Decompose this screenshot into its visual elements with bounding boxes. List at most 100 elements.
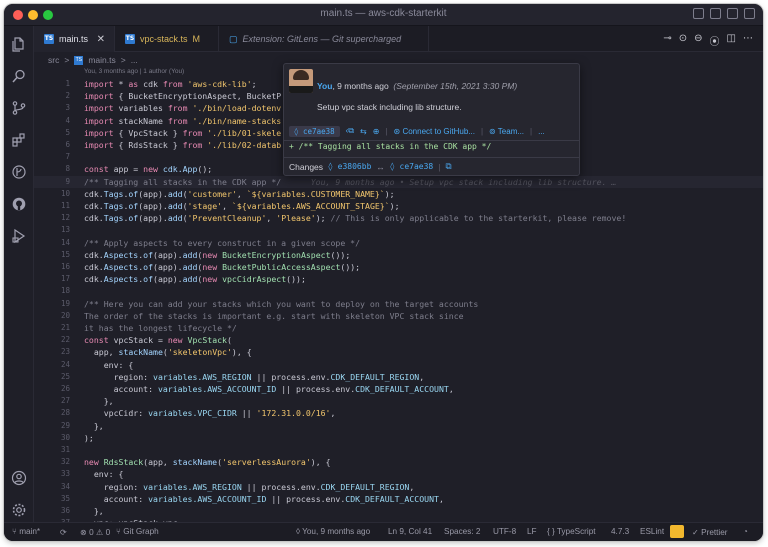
changes-label: Changes — [289, 161, 324, 172]
end-of-line[interactable]: LF — [527, 527, 537, 536]
code-line[interactable]: 14 /** Apply aspects to every construct i… — [34, 237, 763, 249]
tab-label: main.ts — [59, 34, 89, 44]
code-text: app, stackName('skeletonVpc'), { — [84, 347, 252, 358]
code-line[interactable]: 23 app, stackName('skeletonVpc'), { — [34, 346, 763, 358]
tab-main-ts[interactable]: TS main.ts ✕ — [34, 26, 115, 52]
typescript-file-icon: TS — [125, 34, 135, 44]
line-number: 15 — [60, 249, 70, 259]
toggle-secondary-sidebar-icon[interactable] — [727, 8, 738, 19]
blame-status[interactable]: ◊ You, 9 months ago — [296, 527, 370, 536]
toggle-sidebar-icon[interactable] — [693, 8, 704, 19]
team-link[interactable]: ⊚ Team... — [489, 127, 524, 136]
connect-github-link[interactable]: ⊛ Connect to GitHub... — [394, 127, 475, 136]
previous-revision-icon[interactable]: ‹⧉ — [346, 126, 354, 136]
code-line[interactable]: 12 cdk.Tags.of(app).add('PreventCleanup',… — [34, 212, 763, 224]
line-number: 12 — [60, 213, 70, 223]
code-line[interactable]: 30); — [34, 432, 763, 444]
breadcrumb-symbol[interactable]: ... — [131, 55, 138, 65]
line-number: 19 — [60, 298, 70, 308]
problems-indicator[interactable]: ⊗ 0 ⚠ 0 — [80, 527, 110, 537]
code-line[interactable]: 11 cdk.Tags.of(app).add('stage', `${varia… — [34, 200, 763, 212]
code-line[interactable]: 24 env: { — [34, 359, 763, 371]
line-number: 16 — [60, 262, 70, 271]
customize-layout-icon[interactable] — [744, 8, 755, 19]
line-number: 2 — [65, 91, 70, 101]
code-line[interactable]: 26 account: variables.AWS_ACCOUNT_ID || … — [34, 383, 763, 395]
search-icon[interactable] — [11, 68, 27, 84]
code-line[interactable]: 34 region: variables.AWS_REGION || proce… — [34, 481, 763, 493]
gitlens-icon[interactable] — [11, 164, 27, 180]
code-text: The order of the stacks is important e.g… — [84, 310, 464, 321]
code-line[interactable]: 33 env: { — [34, 468, 763, 480]
code-line[interactable]: 32 new RdsStack(app, stackName('serverles… — [34, 456, 763, 468]
previous-change-icon[interactable]: ⊙ — [679, 33, 687, 48]
notifications-bell-icon[interactable]: ◔ — [743, 527, 748, 536]
compare-icon[interactable]: ⇆ — [360, 127, 367, 136]
code-line[interactable]: 22 const vpcStack = new VpcStack( — [34, 334, 763, 346]
git-compare-icon[interactable]: ⊸ — [663, 33, 671, 48]
tab-extension-gitlens[interactable]: ▢ Extension: GitLens — Git supercharged — [219, 26, 429, 52]
typescript-version[interactable]: 4.7.3 — [611, 527, 629, 536]
source-control-icon[interactable] — [11, 100, 27, 116]
eslint-status[interactable]: ESLint — [640, 527, 664, 536]
cursor-position[interactable]: Ln 9, Col 41 — [388, 527, 432, 536]
code-line[interactable]: 31 — [34, 444, 763, 456]
to-sha-link[interactable]: ◊ ce7ae38 — [390, 162, 433, 171]
prettier-status[interactable]: ✓ Prettier — [692, 527, 728, 537]
code-line[interactable]: 9 /** Tagging all stacks in the CDK app *… — [34, 175, 763, 188]
git-graph-button[interactable]: ⑂ Git Graph — [116, 527, 159, 536]
settings-gear-icon[interactable] — [11, 502, 27, 518]
code-line[interactable]: 36 }, — [34, 505, 763, 517]
line-number: 10 — [60, 188, 70, 198]
branch-indicator[interactable]: ⑂ main* — [12, 527, 40, 536]
language-mode[interactable]: { } TypeScript — [547, 527, 596, 536]
close-tab-icon[interactable]: ✕ — [97, 34, 105, 45]
code-line[interactable]: 18 — [34, 285, 763, 297]
encoding[interactable]: UTF-8 — [493, 527, 516, 536]
gitlens-codelens[interactable]: You, 3 months ago | 1 author (You) — [84, 68, 184, 75]
gitlens-blame-icon[interactable]: ⦿ — [710, 33, 720, 48]
code-line[interactable]: 16 cdk.Aspects.of(app).add(new BucketPubl… — [34, 261, 763, 273]
breadcrumb-separator: > — [120, 55, 126, 65]
open-changes-icon[interactable]: ⧉ — [445, 161, 451, 172]
line-number: 33 — [60, 469, 70, 479]
code-line[interactable]: 19 /** Here you can add your stacks which… — [34, 298, 763, 310]
line-number: 5 — [65, 127, 70, 137]
code-line[interactable]: 27 }, — [34, 395, 763, 407]
code-line[interactable]: 28 vpcCidr: variables.VPC_CIDR || '172.3… — [34, 407, 763, 419]
code-line[interactable]: 29 }, — [34, 420, 763, 432]
code-line[interactable]: 10 cdk.Tags.of(app).add('customer', `${va… — [34, 188, 763, 200]
code-text: new RdsStack(app, stackName('serverlessA… — [84, 457, 331, 468]
code-line[interactable]: 21 it has the longest lifecycle */ — [34, 322, 763, 334]
github-icon[interactable] — [11, 196, 27, 212]
code-text: /** Apply aspects to every construct in … — [84, 237, 361, 248]
extensions-icon[interactable] — [11, 132, 27, 148]
code-line[interactable]: 17 cdk.Aspects.of(app).add(new vpcCidrAsp… — [34, 273, 763, 285]
code-line[interactable]: 35 account: variables.AWS_ACCOUNT_ID || … — [34, 493, 763, 505]
web-icon[interactable]: ⊕ — [373, 127, 380, 136]
split-editor-icon[interactable]: ◫ — [727, 33, 736, 48]
next-change-icon[interactable]: ⊖ — [694, 33, 702, 48]
code-line[interactable]: 25 region: variables.AWS_REGION || proce… — [34, 371, 763, 383]
line-number: 8 — [65, 164, 70, 174]
commit-author[interactable]: You — [317, 81, 332, 91]
run-icon[interactable] — [11, 228, 27, 244]
account-icon[interactable] — [11, 470, 27, 486]
more-icon[interactable]: ... — [538, 127, 545, 136]
code-line[interactable]: 15 cdk.Aspects.of(app).add(new BucketEncr… — [34, 249, 763, 261]
copilot-icon[interactable] — [670, 525, 684, 538]
from-sha-link[interactable]: ◊ e3806bb — [328, 162, 371, 171]
tab-vpc-stack-ts[interactable]: TS vpc-stack.ts M — [115, 26, 219, 52]
more-actions-icon[interactable]: ⋯ — [743, 33, 753, 48]
breadcrumb-folder[interactable]: src — [48, 55, 59, 65]
commit-sha-button[interactable]: ◊ ce7ae38 — [289, 125, 340, 137]
indentation[interactable]: Spaces: 2 — [444, 527, 480, 536]
code-line[interactable]: 20 The order of the stacks is important e… — [34, 310, 763, 322]
typescript-file-icon: TS — [74, 55, 84, 65]
code-line[interactable]: 13 — [34, 224, 763, 236]
files-icon[interactable] — [11, 36, 27, 52]
toggle-panel-icon[interactable] — [710, 8, 721, 19]
sync-icon[interactable]: ⟳ — [60, 527, 67, 537]
breadcrumb-file[interactable]: main.ts — [88, 55, 115, 65]
code-text: import { VpcStack } from './lib/01-skele — [84, 127, 282, 138]
